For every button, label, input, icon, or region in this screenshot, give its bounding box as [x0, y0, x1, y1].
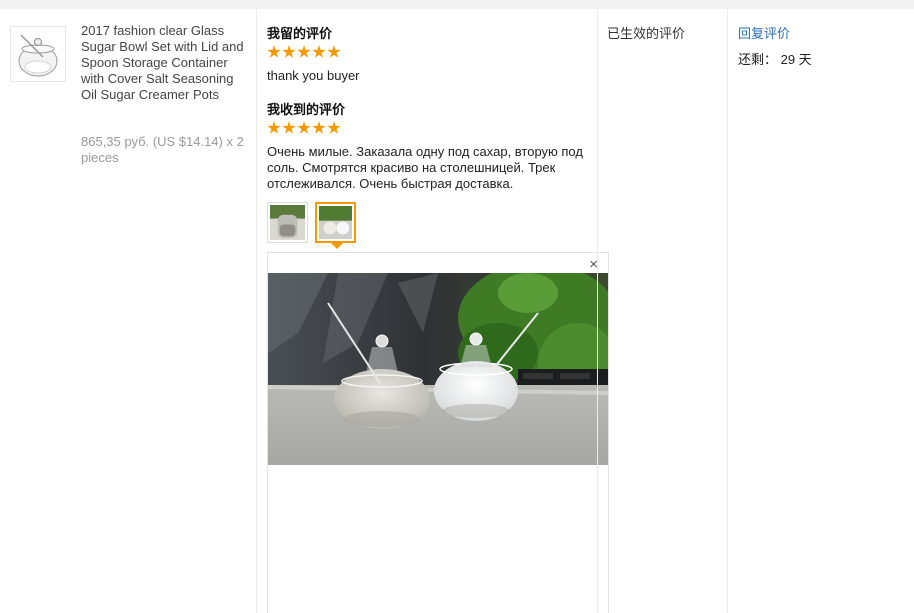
remaining-days: 还剩： 29 天 [738, 52, 812, 67]
review-photo-thumb-1[interactable] [267, 202, 308, 243]
review-photo-thumb-2[interactable] [315, 202, 356, 249]
product-thumbnail[interactable] [10, 26, 66, 82]
reply-review-link[interactable]: 回复评价 [738, 23, 790, 42]
review-photo-large [268, 273, 608, 465]
status-column: 已生效的评价 [597, 9, 727, 613]
product-title[interactable]: 2017 fashion clear Glass Sugar Bowl Set … [81, 23, 249, 103]
top-bar [0, 0, 914, 9]
received-review-title: 我收到的评价 [267, 102, 346, 117]
star-icon [267, 121, 281, 134]
star-icon [297, 45, 311, 58]
review-status-label: 已生效的评价 [607, 26, 686, 41]
glass-jar-icon [18, 34, 58, 77]
product-price: 865,35 руб. (US $14.14) x 2 pieces [81, 134, 244, 165]
photo-thumbnail-icon [270, 205, 305, 240]
my-review-stars [267, 45, 341, 61]
review-photo-viewer: × [267, 252, 609, 613]
star-icon [297, 121, 311, 134]
photo-thumbnail-icon [319, 206, 352, 239]
action-column: 回复评价 还剩： 29 天 [727, 9, 914, 613]
star-icon [267, 45, 281, 58]
received-review-text: Очень милые. Заказала одну под сахар, вт… [267, 144, 583, 191]
reviews-column: 我留的评价 thank you buyer 我收到的评价 Очень милые… [256, 9, 609, 613]
star-icon [327, 121, 341, 134]
review-photo-thumbnails [267, 202, 356, 249]
received-review-stars [267, 121, 341, 137]
star-icon [327, 45, 341, 58]
star-icon [312, 45, 326, 58]
star-icon [282, 121, 296, 134]
star-icon [312, 121, 326, 134]
my-review-title: 我留的评价 [267, 26, 333, 41]
star-icon [282, 45, 296, 58]
product-column: 2017 fashion clear Glass Sugar Bowl Set … [0, 9, 256, 613]
sugar-bowls-photo [268, 273, 608, 465]
my-review-text: thank you buyer [267, 68, 360, 83]
